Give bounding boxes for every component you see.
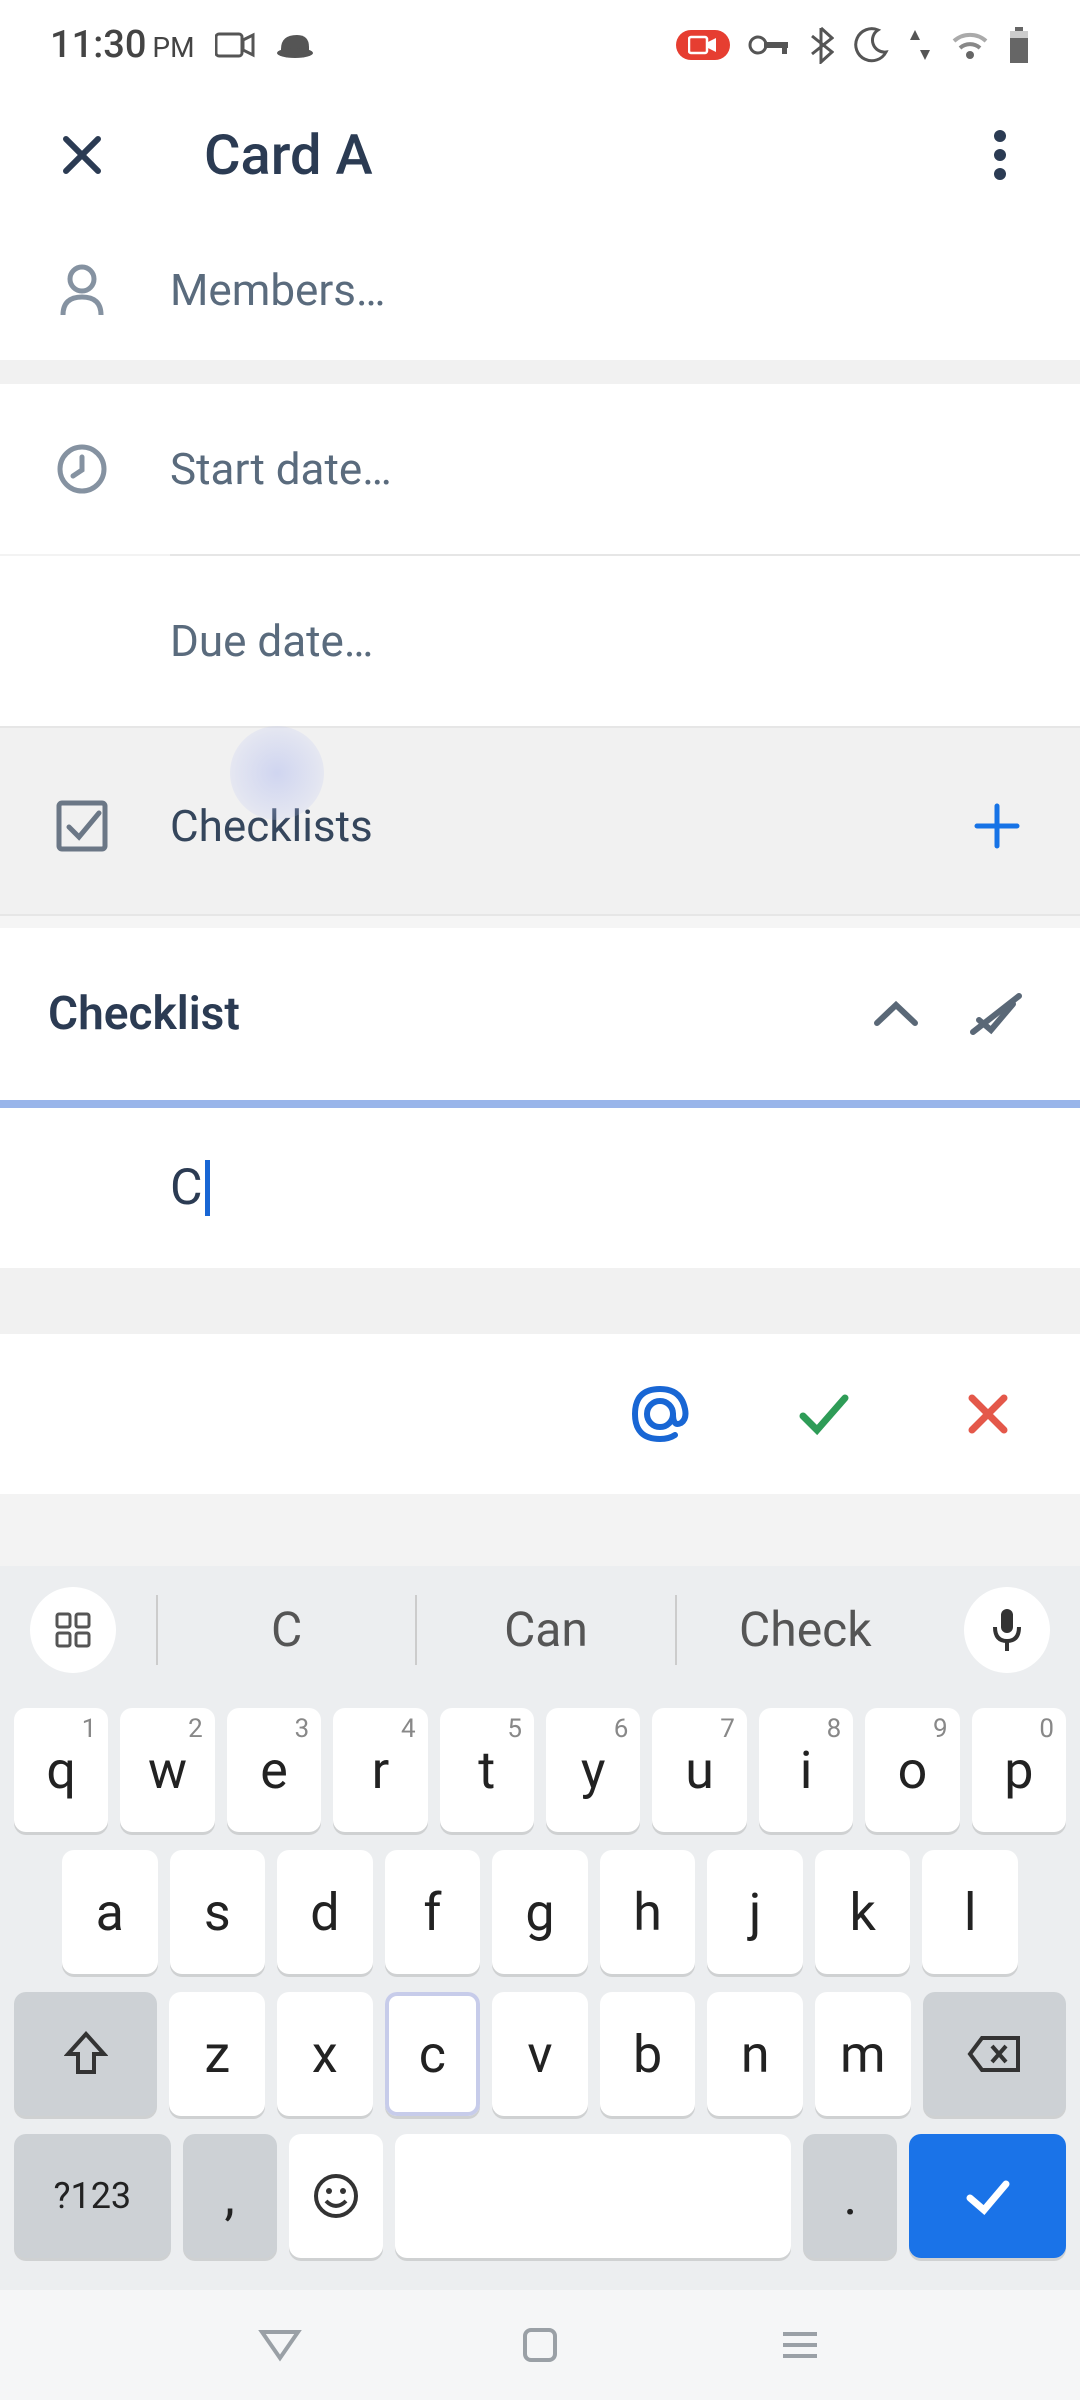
gap <box>0 360 1080 384</box>
clock-icon <box>52 443 112 495</box>
due-date-row[interactable]: Due date… <box>0 556 1080 726</box>
close-button[interactable] <box>50 123 114 187</box>
confirm-button[interactable] <box>792 1382 856 1446</box>
page-title: Card A <box>204 122 970 188</box>
key-h[interactable]: h <box>600 1850 696 1974</box>
key-c[interactable]: c <box>385 1992 481 2116</box>
cancel-button[interactable] <box>956 1382 1020 1446</box>
key-period[interactable]: . <box>803 2134 897 2258</box>
screen-record-icon <box>676 30 730 60</box>
members-row[interactable]: Members… <box>0 220 1080 360</box>
checklist-item-input[interactable]: C <box>0 1108 1080 1268</box>
keyboard-keys: q1 w2 e3 r4 t5 y6 u7 i8 o9 p0 a s d f g … <box>0 1694 1080 2290</box>
suggestion-1[interactable]: C <box>156 1595 415 1665</box>
suggestion-3[interactable]: Check <box>675 1595 934 1665</box>
key-o[interactable]: o9 <box>865 1708 959 1832</box>
input-focus-line <box>0 1100 1080 1108</box>
checklist-header: Checklist <box>0 928 1080 1100</box>
add-checklist-button[interactable] <box>966 795 1028 857</box>
start-date-row[interactable]: Start date… <box>0 384 1080 554</box>
key-a[interactable]: a <box>62 1850 158 1974</box>
keyboard-row-2: a s d f g h j k l <box>14 1850 1066 1974</box>
key-n[interactable]: n <box>707 1992 803 2116</box>
checkbox-icon <box>52 799 112 853</box>
keyboard: C Can Check q1 w2 e3 r4 t5 y6 u7 i8 o9 p… <box>0 1566 1080 2400</box>
app-header: Card A <box>0 90 1080 220</box>
key-p[interactable]: p0 <box>972 1708 1066 1832</box>
key-m[interactable]: m <box>815 1992 911 2116</box>
helmet-icon <box>275 29 315 61</box>
key-v[interactable]: v <box>492 1992 588 2116</box>
keyboard-row-1: q1 w2 e3 r4 t5 y6 u7 i8 o9 p0 <box>14 1708 1066 1832</box>
key-t[interactable]: t5 <box>440 1708 534 1832</box>
input-value: C <box>170 1159 203 1217</box>
gap <box>0 916 1080 928</box>
key-g[interactable]: g <box>492 1850 588 1974</box>
checklist-name[interactable]: Checklist <box>48 987 832 1041</box>
key-k[interactable]: k <box>815 1850 911 1974</box>
key-enter[interactable] <box>909 2134 1066 2258</box>
status-time-ampm: PM <box>152 31 194 64</box>
data-icon <box>908 28 932 62</box>
key-q[interactable]: q1 <box>14 1708 108 1832</box>
nav-recent-button[interactable] <box>770 2315 830 2375</box>
key-l[interactable]: l <box>922 1850 1018 1974</box>
key-shift[interactable] <box>14 1992 157 2116</box>
due-date-label: Due date… <box>170 615 373 667</box>
key-w[interactable]: w2 <box>120 1708 214 1832</box>
gap <box>0 1268 1080 1334</box>
input-value-wrapper: C <box>170 1159 210 1217</box>
keyboard-row-3: z x c v b n m <box>14 1992 1066 2116</box>
more-menu-button[interactable] <box>970 125 1030 185</box>
key-b[interactable]: b <box>600 1992 696 2116</box>
status-time-value: 11:30 <box>50 23 146 67</box>
mention-button[interactable] <box>628 1382 692 1446</box>
status-right <box>676 26 1030 64</box>
key-comma[interactable]: , <box>183 2134 277 2258</box>
nav-back-button[interactable] <box>250 2315 310 2375</box>
key-e[interactable]: e3 <box>227 1708 321 1832</box>
checklists-section-header: Checklists <box>0 726 1080 916</box>
members-label: Members… <box>170 264 385 316</box>
vpn-key-icon <box>748 33 790 57</box>
key-d[interactable]: d <box>277 1850 373 1974</box>
key-y[interactable]: y6 <box>546 1708 640 1832</box>
start-date-label: Start date… <box>170 443 392 495</box>
collapse-button[interactable] <box>860 978 932 1050</box>
key-backspace[interactable] <box>923 1992 1066 2116</box>
keyboard-row-4: ?123 , . <box>14 2134 1066 2258</box>
wifi-icon <box>950 29 990 61</box>
key-r[interactable]: r4 <box>333 1708 427 1832</box>
hide-checked-button[interactable] <box>960 978 1032 1050</box>
key-space[interactable] <box>395 2134 792 2258</box>
checklists-label: Checklists <box>170 800 966 852</box>
text-caret <box>205 1160 210 1216</box>
keyboard-suggestion-bar: C Can Check <box>0 1566 1080 1694</box>
person-icon <box>52 263 112 317</box>
keyboard-app-button[interactable] <box>30 1587 116 1673</box>
nav-home-button[interactable] <box>510 2315 570 2375</box>
camera-icon <box>215 30 255 60</box>
key-z[interactable]: z <box>169 1992 265 2116</box>
key-x[interactable]: x <box>277 1992 373 2116</box>
bluetooth-icon <box>808 26 834 64</box>
status-time: 11:30PM <box>50 23 195 67</box>
status-left: 11:30PM <box>50 23 315 67</box>
moon-icon <box>852 26 890 64</box>
key-s[interactable]: s <box>170 1850 266 1974</box>
key-i[interactable]: i8 <box>759 1708 853 1832</box>
key-symbols[interactable]: ?123 <box>14 2134 171 2258</box>
input-action-bar <box>0 1334 1080 1494</box>
keyboard-mic-button[interactable] <box>964 1587 1050 1673</box>
suggestion-2[interactable]: Can <box>415 1595 674 1665</box>
navigation-bar <box>0 2290 1080 2400</box>
status-bar: 11:30PM <box>0 0 1080 90</box>
battery-icon <box>1008 26 1030 64</box>
key-emoji[interactable] <box>289 2134 383 2258</box>
key-u[interactable]: u7 <box>652 1708 746 1832</box>
key-j[interactable]: j <box>707 1850 803 1974</box>
key-f[interactable]: f <box>385 1850 481 1974</box>
